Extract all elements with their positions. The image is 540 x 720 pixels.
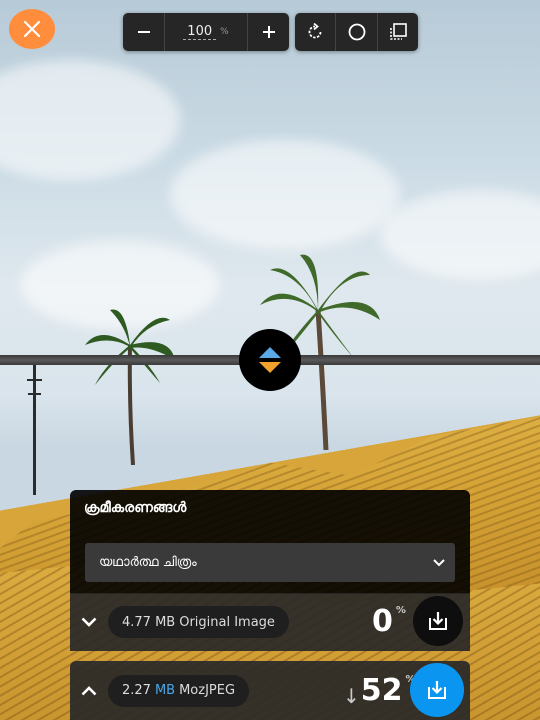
arrow-up-icon [259,347,281,358]
split-handle[interactable] [239,329,301,391]
original-percent: 0 % [372,604,406,639]
compressed-size-number: 2.27 [122,683,151,698]
download-icon [429,612,447,630]
zoom-toolbar: 100 % [123,13,289,51]
original-result-row: 4.77 MB Original Image 0 % [70,593,470,651]
settings-title: ക്രമീകരണങ്ങൾ [84,500,187,516]
compressed-percent-value: 52 [360,673,403,708]
chevron-up-icon [81,685,97,695]
zoom-level[interactable]: 100 % [165,13,247,51]
zoom-value[interactable]: 100 [183,24,217,40]
background-toggle-button[interactable] [336,13,376,51]
compressed-result-row: 2.27 MB MozJPEG ↓ 52 % [70,661,470,720]
zoom-out-button[interactable] [123,13,164,51]
expand-original-button[interactable] [70,617,108,627]
settings-panel: ക്രമീകരണങ്ങൾ യഥാർത്ഥ ചിത്രം [70,490,470,594]
download-original-button[interactable] [413,596,463,646]
original-percent-sign: % [395,605,406,616]
original-percent-value: 0 [372,604,393,639]
download-icon [428,681,446,699]
view-toolbar [295,13,418,51]
zoom-out-icon [137,31,150,33]
compressed-size-unit: MB [154,683,176,698]
expand-compressed-button[interactable] [70,685,108,696]
close-button[interactable] [9,9,55,49]
chevron-down-icon [433,558,445,566]
original-size-pill: 4.77 MB Original Image [108,606,289,638]
background-toggle-icon [348,23,365,41]
side-by-side-icon [390,23,407,40]
zoom-unit: % [220,27,229,37]
zoom-in-icon [262,26,275,38]
compression-method-select[interactable]: യഥാർത്ഥ ചിത്രം [85,543,455,582]
original-label: Original Image [179,614,275,630]
original-size: 4.77 MB [122,614,176,630]
compressed-label: MozJPEG [179,683,236,698]
compression-method-value: യഥാർത്ഥ ചിത്രം [99,555,197,570]
side-by-side-button[interactable] [378,13,418,51]
close-icon [23,20,41,38]
compressed-size-pill: 2.27 MB MozJPEG [108,674,250,707]
reduction-arrow: ↓ [343,684,360,708]
compressed-percent: ↓ 52 % [343,673,416,708]
download-compressed-button[interactable] [410,663,464,717]
rotate-icon [308,22,322,39]
arrow-down-icon [259,362,281,373]
rotate-button[interactable] [295,13,335,51]
chevron-down-icon [81,617,97,627]
zoom-in-button[interactable] [248,13,289,51]
